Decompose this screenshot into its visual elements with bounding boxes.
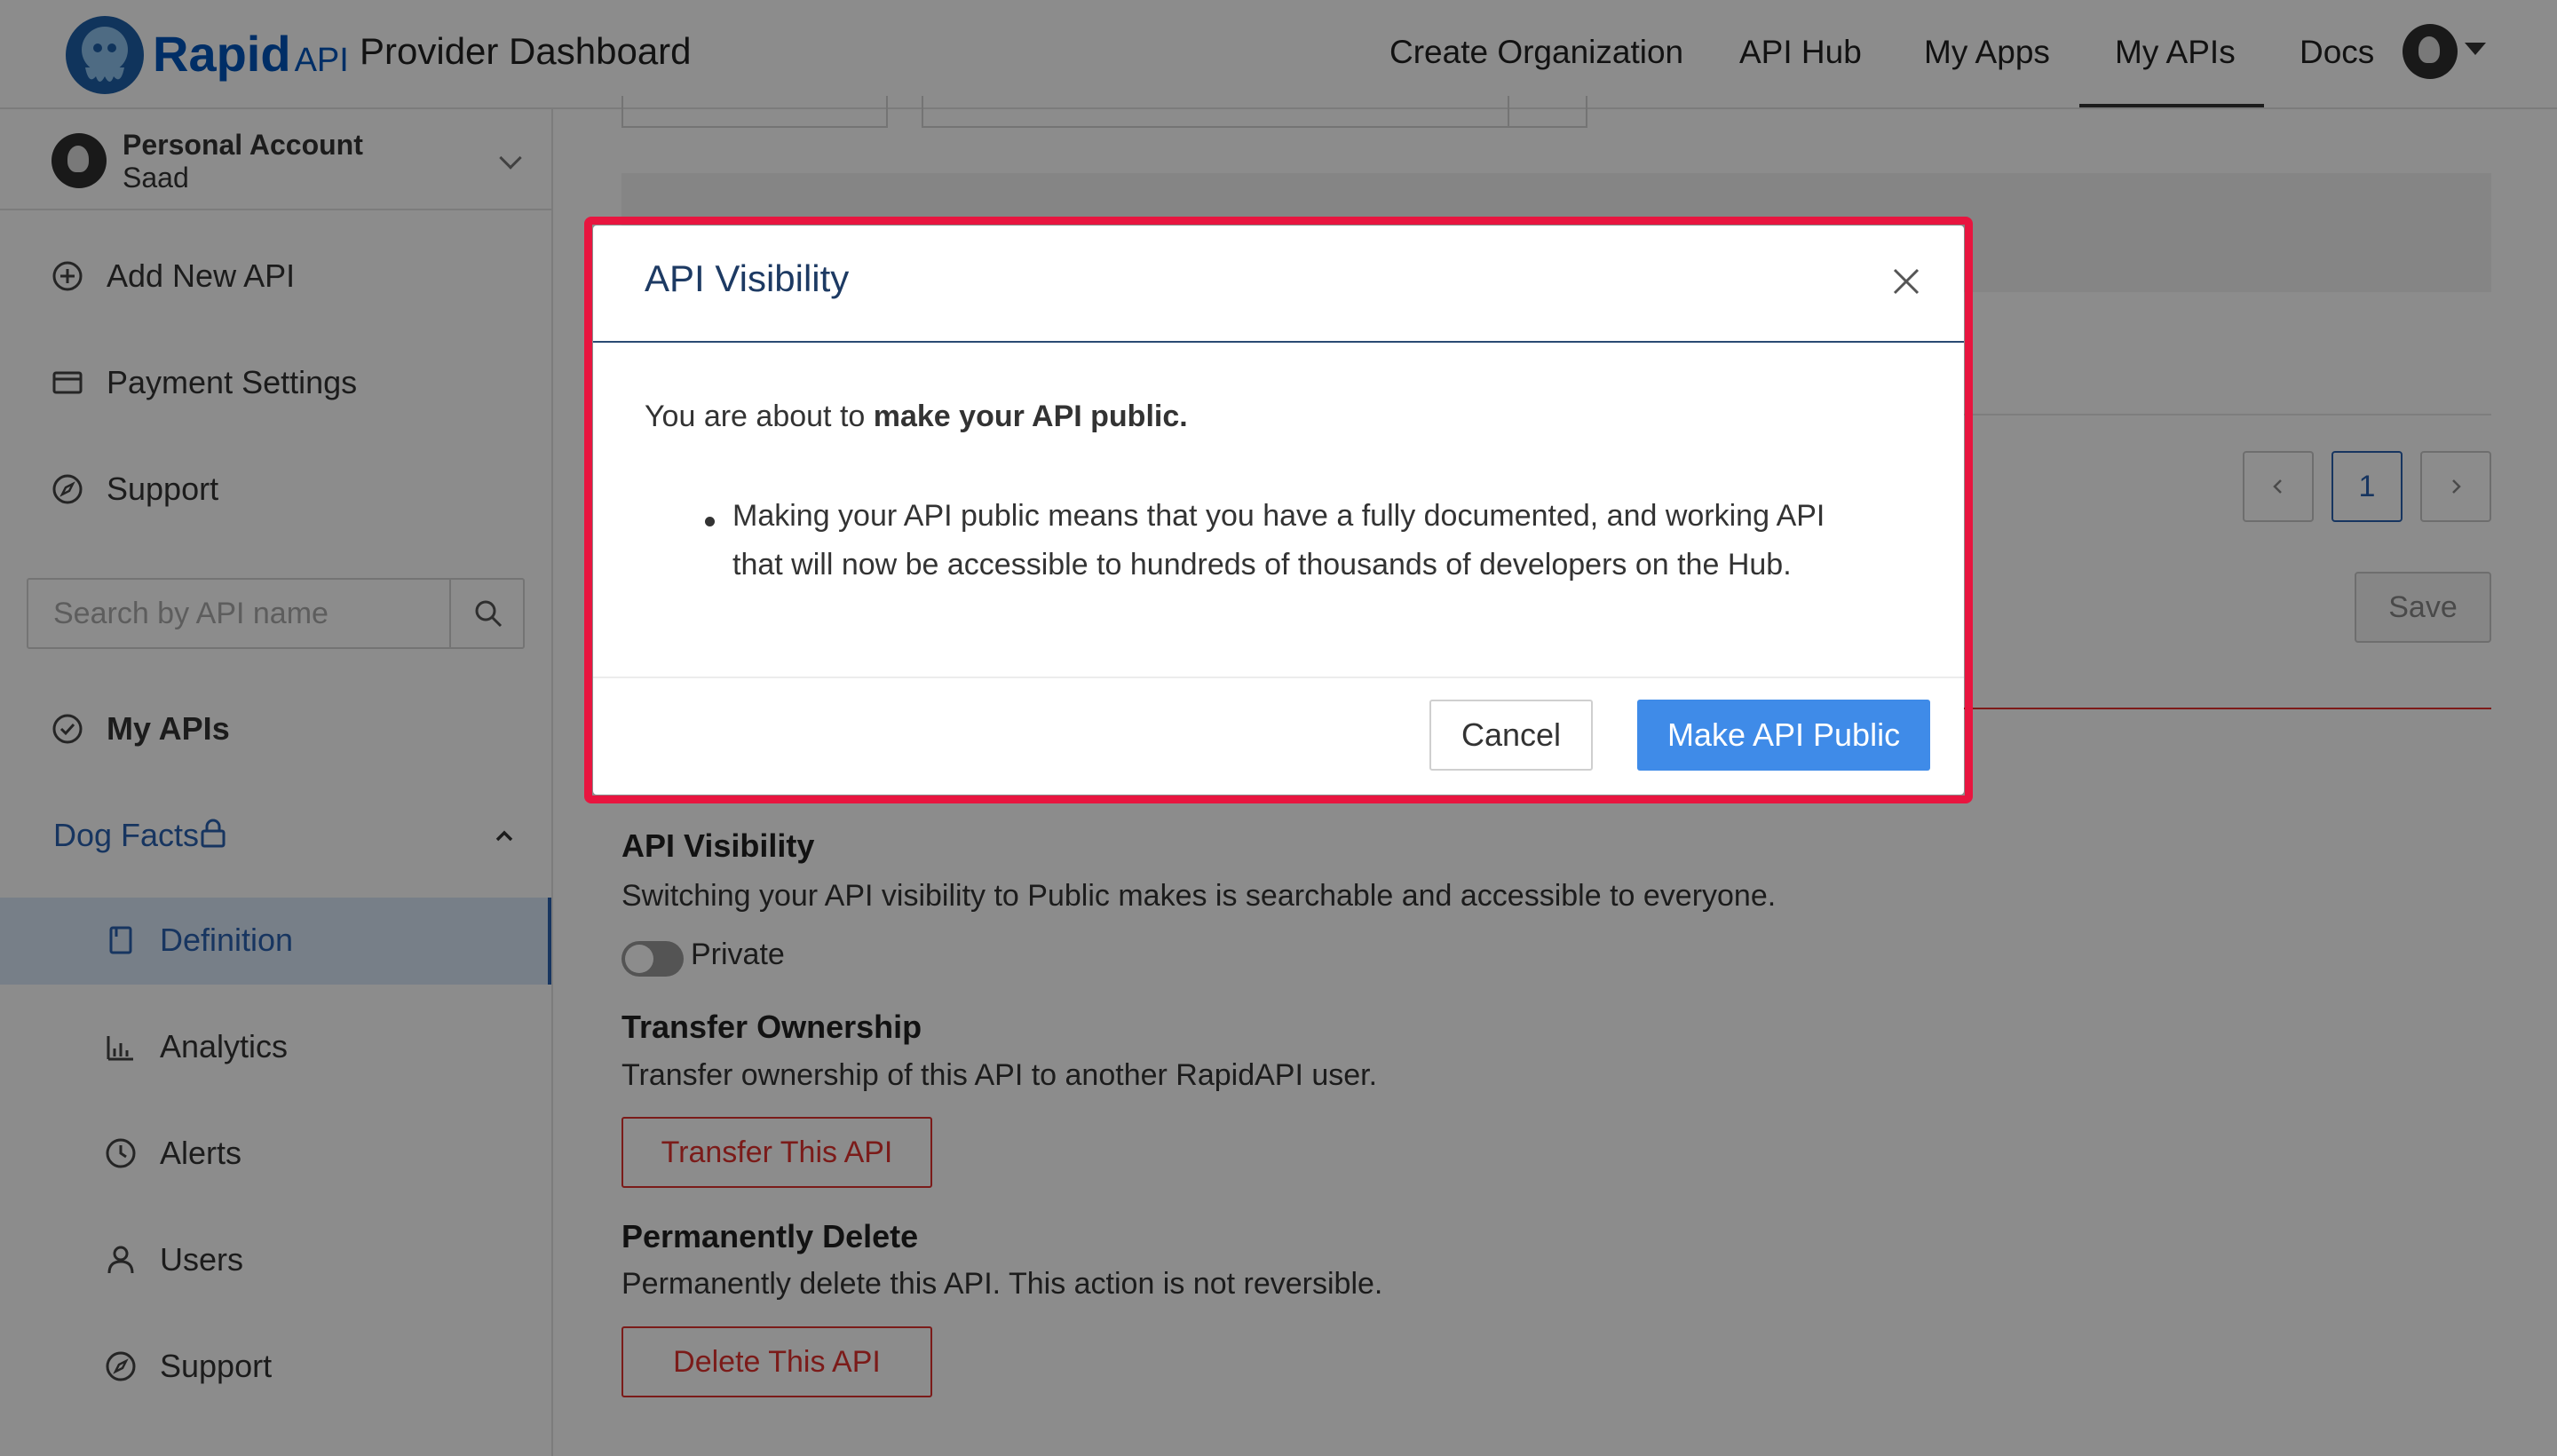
modal-header: API Visibility bbox=[593, 226, 1964, 343]
api-visibility-modal: API Visibility You are about to make you… bbox=[593, 226, 1964, 795]
make-api-public-button[interactable]: Make API Public bbox=[1637, 700, 1930, 771]
cancel-button[interactable]: Cancel bbox=[1429, 700, 1593, 771]
modal-title: API Visibility bbox=[645, 257, 850, 299]
lead-emphasis: make your API public. bbox=[873, 400, 1188, 433]
modal-bullet-line-1: Making your API public means that you ha… bbox=[732, 499, 1825, 533]
bullet-dot bbox=[705, 517, 715, 526]
close-icon[interactable] bbox=[1888, 263, 1925, 300]
modal-bullet-line-2: that will now be accessible to hundreds … bbox=[732, 548, 1792, 582]
lead-prefix: You are about to bbox=[645, 400, 874, 433]
modal-lead-text: You are about to make your API public. bbox=[645, 400, 1188, 434]
